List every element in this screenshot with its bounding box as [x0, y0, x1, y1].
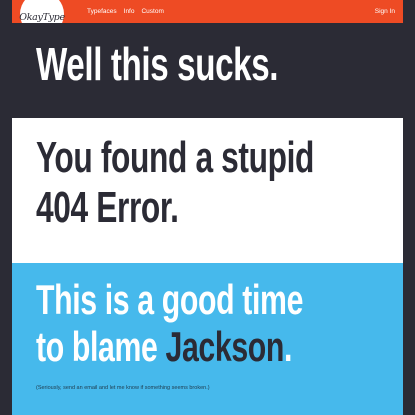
white-section: You found a stupid 404 Error. [12, 118, 403, 263]
headline-blame: This is a good time to blame Jackson. [36, 279, 303, 368]
headline-404: You found a stupid 404 Error. [36, 136, 314, 230]
email-link[interactable]: email [84, 385, 97, 391]
blame-period: . [284, 323, 293, 370]
nav-link-custom[interactable]: Custom [141, 8, 163, 15]
top-nav-bar: Typefaces Info Custom Sign In [12, 0, 403, 23]
blue-section: This is a good time to blame Jackson. (S… [12, 263, 403, 415]
logo-wordmark: OkayType [19, 11, 65, 23]
blame-name: Jackson [165, 323, 285, 370]
headline-blame-line1: This is a good time [36, 276, 304, 323]
fine-print-prefix: (Seriously, send an [36, 385, 85, 391]
fine-print: (Seriously, send an email and let me kno… [36, 385, 210, 391]
fine-print-suffix: and let me know if something seems broke… [97, 385, 210, 391]
headline-404-line1: You found a stupid [36, 133, 315, 182]
dark-section: Well this sucks. [12, 23, 403, 118]
page: Typefaces Info Custom Sign In OkayType W… [0, 0, 415, 415]
blame-prefix: to blame [36, 323, 166, 370]
sign-in-link[interactable]: Sign In [375, 0, 395, 23]
headline-blame-line2: to blame Jackson. [36, 326, 303, 368]
headline-well-this-sucks: Well this sucks. [36, 38, 279, 90]
nav-link-typefaces[interactable]: Typefaces [87, 8, 117, 15]
nav-link-info[interactable]: Info [124, 8, 135, 15]
nav-links: Typefaces Info Custom [87, 0, 164, 23]
headline-404-line2: 404 Error. [36, 183, 179, 232]
